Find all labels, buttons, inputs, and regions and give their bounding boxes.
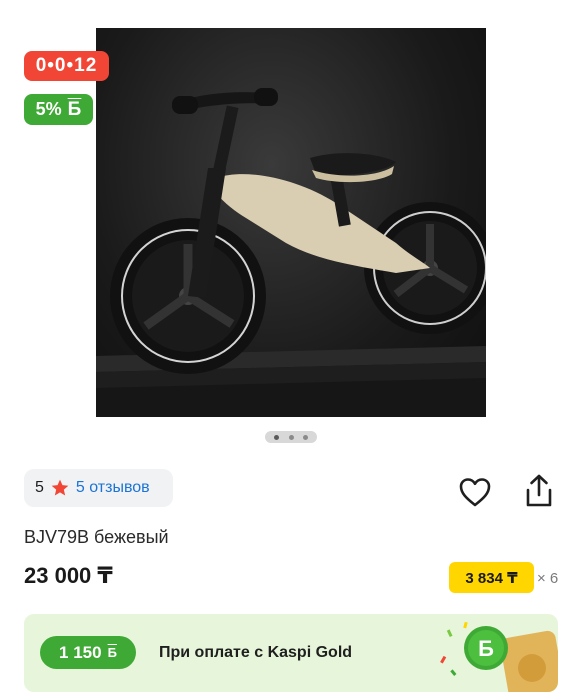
star-icon [51,479,69,496]
bonus-percent: 5% [35,99,62,119]
timer-badge: 0•0•12 [24,51,109,81]
installment-months: × 6 [537,570,559,587]
installment-badge[interactable]: 3 834 ₸ [449,562,534,593]
heart-icon[interactable] [458,476,492,508]
bonus-currency-icon: Б [107,645,117,660]
rating-score: 5 [35,479,44,496]
balance-bike-illustration [96,88,486,417]
kaspi-gold-bonus-amount: 1 150 [59,642,102,662]
rating-pill[interactable]: 5 5 отзывов [24,469,173,507]
installment-amount: 3 834 ₸ [465,569,518,587]
kaspi-gold-bonus-chip: 1 150 Б [40,636,136,669]
gallery-pager[interactable] [265,431,317,443]
pager-dot[interactable] [302,434,308,440]
kaspi-gold-text: При оплате с Kaspi Gold [159,644,353,661]
kaspi-gold-card-icon: Б [440,621,558,692]
bonus-currency-icon: Б [67,98,82,120]
share-icon[interactable] [522,473,556,509]
timer-text: 0•0•12 [35,55,98,76]
product-image[interactable] [96,28,486,417]
reviews-link[interactable]: 5 отзывов [76,479,150,497]
product-price: 23 000 ₸ [24,563,113,588]
bonus-badge: 5% Б [24,94,93,125]
product-title: BJV79B бежевый [24,527,169,547]
svg-text:Б: Б [478,636,494,661]
kaspi-gold-banner[interactable]: 1 150 Б При оплате с Kaspi Gold Б [24,614,558,692]
pager-dot[interactable] [274,434,280,440]
pager-dot[interactable] [288,434,294,440]
